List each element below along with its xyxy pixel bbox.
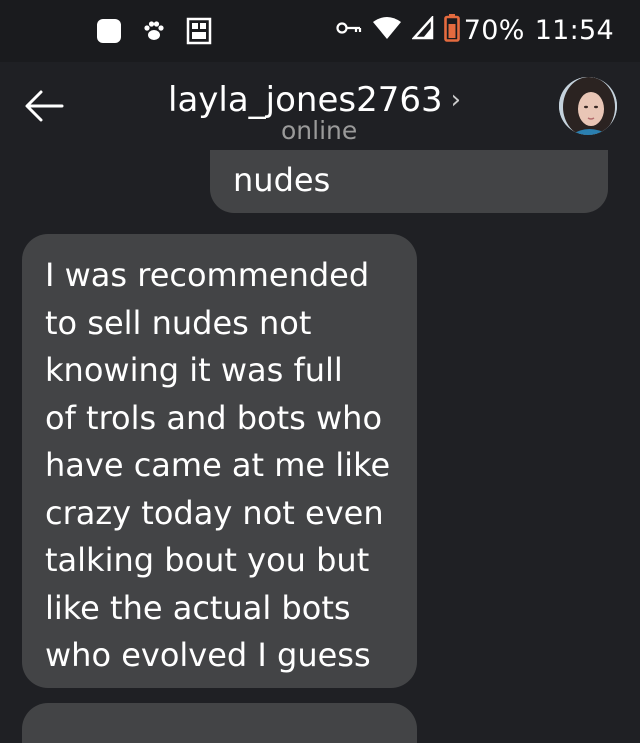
gallery-icon [186, 17, 212, 49]
status-time: 11:54 [534, 14, 614, 46]
message-line: to sell nudes not [45, 303, 312, 342]
chat-header: layla_jones2763 › online [0, 62, 640, 152]
message-line: like the actual bots [45, 588, 351, 627]
status-left-icons [96, 17, 232, 49]
online-status: online [281, 116, 358, 145]
message-text: nudes [233, 161, 331, 199]
wifi-icon [372, 16, 402, 44]
contact-username: layla_jones2763 [168, 80, 443, 120]
message-line: who evolved I guess [45, 636, 371, 674]
arrow-left-icon[interactable] [24, 88, 64, 124]
message-bubble-received[interactable]: I was recommended to sell nudes not know… [22, 234, 417, 688]
signal-icon [410, 14, 434, 44]
status-right-icons: 70% 11:54 [326, 14, 614, 46]
avatar[interactable] [559, 77, 617, 135]
message-line: talking bout you but [45, 541, 370, 579]
message-line: knowing it was full [45, 351, 343, 389]
message-line: have came at me like [45, 446, 391, 484]
message-line: of trols and bots who [45, 398, 383, 437]
contact-name-button[interactable]: layla_jones2763 › [168, 80, 461, 120]
message-line: crazy today not even [45, 493, 384, 532]
message-line: I was recommended [45, 256, 370, 294]
app-notification-icon [96, 18, 122, 48]
status-bar: 70% 11:54 [0, 0, 640, 62]
battery-icon [443, 14, 460, 46]
message-bubble-partial[interactable] [22, 703, 417, 743]
battery-percent: 70% [463, 14, 525, 46]
vpn-key-icon [336, 20, 362, 40]
message-bubble-sent[interactable]: nudes [210, 150, 608, 213]
paw-icon [142, 19, 166, 47]
chevron-right-icon: › [450, 85, 462, 115]
